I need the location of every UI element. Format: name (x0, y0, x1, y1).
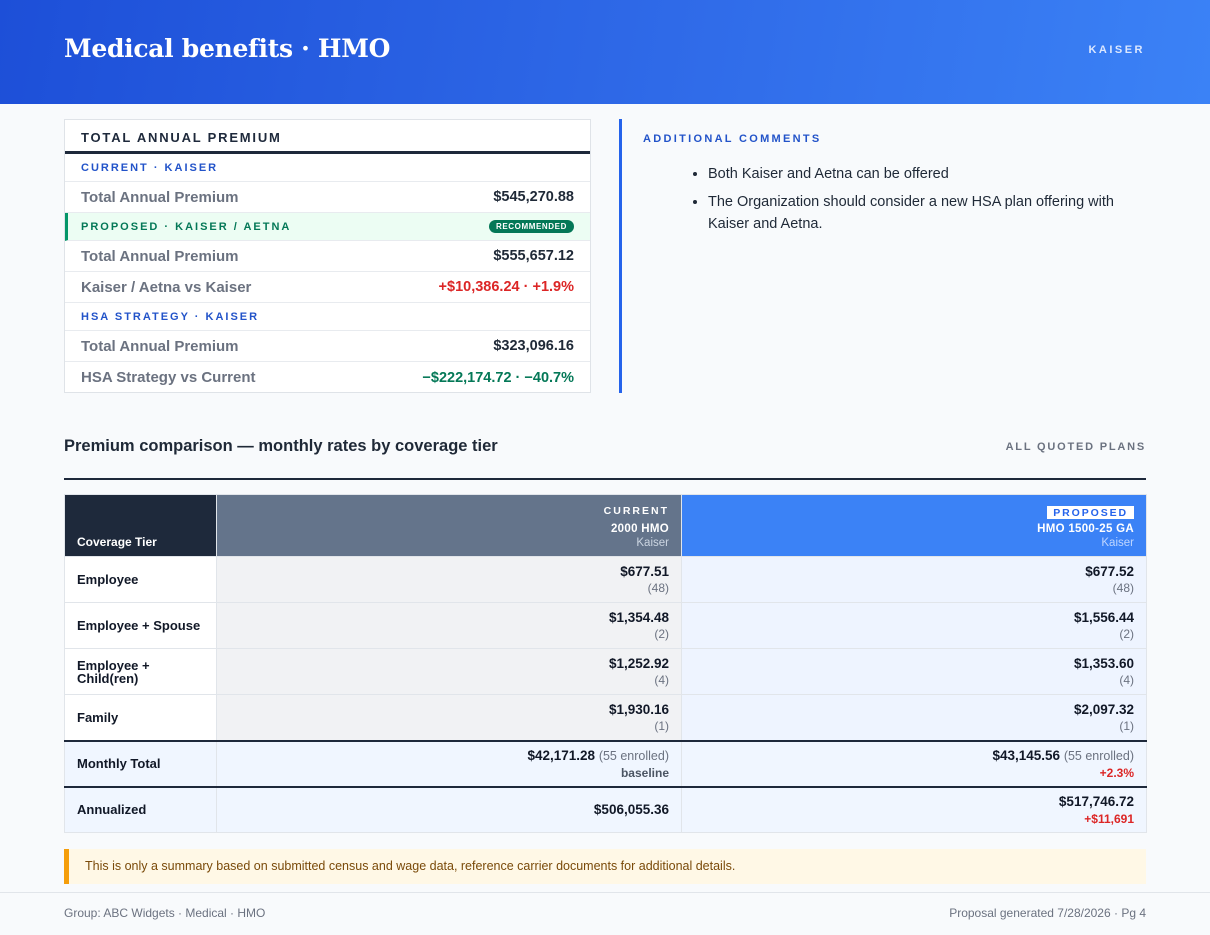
annualized-row: Annualized $506,055.36 $517,746.72 +$11,… (64, 785, 1147, 833)
current-annual-cell: $506,055.36 (216, 785, 682, 833)
all-quoted-plans-label: ALL QUOTED PLANS (1005, 441, 1146, 453)
hsa-total-row: Total Annual Premium $323,096.16 (65, 331, 590, 362)
proposed-rate: $1,556.44 (1073, 610, 1134, 625)
monthly-total-label: Monthly Total (64, 739, 217, 787)
current-rate-cell: $1,930.16 (1) (216, 694, 682, 741)
comments-list: Both Kaiser and Aetna can be offered The… (688, 163, 1118, 241)
current-annual-total: $506,055.36 (593, 802, 669, 818)
current-rate: $1,930.16 (608, 701, 669, 717)
proposed-plan-header: PROPOSED HMO 1500-25 GA Kaiser (681, 494, 1147, 557)
proposed-monthly-amount: $43,145.56 (55 enrolled) (694, 748, 1134, 763)
current-section-label: CURRENT · KAISER (65, 154, 590, 182)
current-monthly-sub: baseline (620, 765, 669, 780)
current-rate-cell: $677.51 (48) (216, 556, 682, 603)
comparison-title: Premium comparison — monthly rates by co… (64, 437, 498, 455)
current-total-value: $545,270.88 (493, 189, 574, 205)
tier-name: Employee (64, 556, 217, 603)
proposed-count: (2) (1119, 627, 1134, 641)
current-plan-name: 2000 HMO (610, 523, 669, 535)
footer-group-info: Group: ABC Widgets · Medical · HMO (64, 906, 266, 920)
coverage-tier-header: Coverage Tier (64, 494, 217, 557)
current-total-row: Total Annual Premium $545,270.88 (65, 182, 590, 213)
proposed-annual-delta: +$11,691 (1084, 811, 1134, 826)
proposed-total-row: Total Annual Premium $555,657.12 (65, 241, 590, 272)
page-footer: Group: ABC Widgets · Medical · HMO Propo… (0, 892, 1210, 935)
proposed-section-label: PROPOSED · KAISER / AETNA RECOMMENDED (65, 213, 590, 241)
current-plan-header: CURRENT 2000 HMO Kaiser (216, 494, 682, 557)
hsa-delta-value: −$222,174.72 · −40.7% (422, 369, 574, 386)
proposed-rate-cell: $1,556.44 (2) (681, 602, 1147, 649)
additional-comments: ADDITIONAL COMMENTS Both Kaiser and Aetn… (619, 119, 1146, 393)
total-annual-premium-card: TOTAL ANNUAL PREMIUM CURRENT · KAISER To… (64, 119, 591, 393)
proposed-rate-cell: $2,097.32 (1) (681, 694, 1147, 741)
hsa-delta-label: HSA Strategy vs Current (81, 369, 256, 386)
current-monthly-amount: $42,171.28 (55 enrolled) (229, 748, 669, 763)
proposed-delta-row: Kaiser / Aetna vs Kaiser +$10,386.24 · +… (65, 272, 590, 303)
tier-name: Family (64, 694, 217, 741)
proposed-annual-cell: $517,746.72 +$11,691 (681, 785, 1147, 833)
hsa-delta-row: HSA Strategy vs Current −$222,174.72 · −… (65, 362, 590, 393)
current-rate-cell: $1,354.48 (2) (216, 602, 682, 649)
proposed-header-label: PROPOSED (1047, 506, 1134, 519)
current-monthly-cell: $42,171.28 (55 enrolled) baseline (216, 739, 682, 787)
comments-title: ADDITIONAL COMMENTS (643, 133, 822, 145)
proposed-count: (48) (1112, 581, 1134, 595)
table-header-row: Coverage Tier CURRENT 2000 HMO Kaiser PR… (64, 494, 1147, 557)
current-count: (4) (654, 673, 669, 687)
proposed-rate: $2,097.32 (1073, 701, 1134, 717)
hsa-total-value: $323,096.16 (493, 338, 574, 354)
proposed-total-value: $555,657.12 (493, 248, 574, 264)
footer-page-info: Proposal generated 7/28/2026 · Pg 4 (949, 906, 1146, 920)
page-header: Medical benefits · HMO KAISER (0, 0, 1210, 104)
table-row: Family $1,930.16 (1) $2,097.32 (1) (64, 694, 1147, 741)
annualized-label: Annualized (64, 785, 217, 833)
proposed-enrolled: (55 enrolled) (1063, 748, 1134, 763)
proposed-section-text: PROPOSED · KAISER / AETNA (81, 221, 292, 233)
page-title: Medical benefits · HMO (64, 34, 391, 63)
comment-item: The Organization should consider a new H… (708, 191, 1118, 235)
premium-card-title: TOTAL ANNUAL PREMIUM (65, 120, 590, 154)
current-monthly-total: $42,171.28 (527, 747, 596, 763)
tier-name: Employee + Child(ren) (64, 648, 217, 695)
current-enrolled: (55 enrolled) (598, 748, 669, 763)
proposed-count: (1) (1119, 718, 1134, 733)
current-header-label: CURRENT (603, 505, 669, 517)
current-total-label: Total Annual Premium (81, 188, 239, 206)
proposed-delta-value: +$10,386.24 · +1.9% (438, 279, 574, 295)
summary-disclaimer: This is only a summary based on submitte… (64, 849, 1146, 884)
hsa-total-label: Total Annual Premium (81, 337, 239, 355)
proposed-monthly-delta: +2.3% (1099, 765, 1134, 780)
tier-name: Employee + Spouse (64, 602, 217, 649)
proposed-rate: $1,353.60 (1073, 656, 1134, 671)
proposed-delta-label: Kaiser / Aetna vs Kaiser (81, 278, 252, 296)
proposed-total-label: Total Annual Premium (81, 247, 239, 265)
current-plan-carrier: Kaiser (636, 537, 669, 549)
table-row: Employee $677.51 (48) $677.52 (48) (64, 556, 1147, 603)
carrier-label: KAISER (1088, 44, 1145, 56)
table-row: Employee + Spouse $1,354.48 (2) $1,556.4… (64, 602, 1147, 649)
premium-comparison-table: Coverage Tier CURRENT 2000 HMO Kaiser PR… (64, 494, 1147, 833)
proposed-plan-carrier: Kaiser (1101, 537, 1134, 549)
proposed-monthly-total: $43,145.56 (992, 747, 1061, 763)
current-rate: $1,252.92 (608, 656, 669, 671)
monthly-total-row: Monthly Total $42,171.28 (55 enrolled) b… (64, 739, 1147, 787)
proposed-rate: $677.52 (1085, 564, 1134, 579)
current-rate: $677.51 (620, 564, 669, 579)
proposed-count: (4) (1119, 673, 1134, 687)
proposed-annual-total: $517,746.72 (1058, 793, 1134, 809)
proposed-rate-cell: $677.52 (48) (681, 556, 1147, 603)
current-count: (1) (654, 718, 669, 733)
proposed-monthly-cell: $43,145.56 (55 enrolled) +2.3% (681, 739, 1147, 787)
current-rate: $1,354.48 (608, 610, 669, 625)
current-rate-cell: $1,252.92 (4) (216, 648, 682, 695)
current-count: (48) (647, 581, 669, 595)
proposed-rate-cell: $1,353.60 (4) (681, 648, 1147, 695)
proposed-plan-name: HMO 1500-25 GA (1037, 523, 1134, 535)
comment-item: Both Kaiser and Aetna can be offered (708, 163, 1118, 185)
comparison-section-header: Premium comparison — monthly rates by co… (64, 436, 1146, 480)
table-row: Employee + Child(ren) $1,252.92 (4) $1,3… (64, 648, 1147, 695)
current-count: (2) (654, 627, 669, 641)
recommended-badge: RECOMMENDED (488, 220, 574, 233)
hsa-section-label: HSA STRATEGY · KAISER (65, 303, 590, 331)
